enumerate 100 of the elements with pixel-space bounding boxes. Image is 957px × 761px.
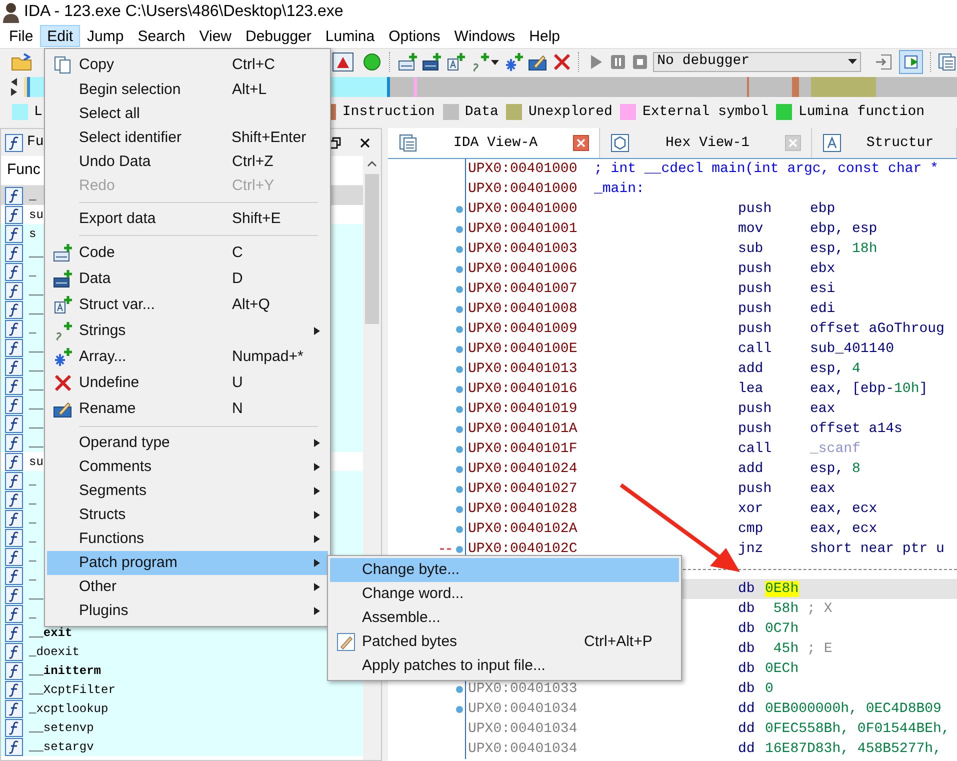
function-name[interactable]: __ — [29, 282, 44, 300]
scroll-up-icon[interactable] — [367, 160, 377, 168]
function-name[interactable]: __ — [29, 376, 44, 394]
address: UPX0:00401027 — [468, 480, 578, 496]
menu-item[interactable]: Code C — [47, 240, 328, 266]
function-name[interactable]: _ — [29, 320, 36, 338]
function-name[interactable]: __initterm — [29, 662, 102, 680]
navigation-arrows-icon[interactable] — [8, 76, 20, 98]
run-icon[interactable] — [899, 50, 924, 74]
menu-bar-item[interactable]: Debugger — [238, 25, 318, 47]
function-name[interactable]: __ — [29, 244, 44, 262]
menu-item[interactable]: Operand type — [47, 431, 328, 455]
undefine-icon[interactable] — [552, 52, 572, 72]
operand: ebp, esp — [810, 220, 878, 238]
operand: esp, 8 — [810, 460, 860, 478]
function-icon — [5, 186, 23, 204]
mnemonic: sub — [738, 240, 764, 256]
menu-bar-item[interactable]: Jump — [80, 25, 131, 47]
menu-bar-item[interactable]: Windows — [447, 25, 522, 47]
submenu-arrow-icon — [314, 486, 320, 496]
menu-item[interactable]: Rename N — [47, 396, 328, 422]
menu-bar-item[interactable]: Search — [130, 25, 192, 47]
menu-item[interactable]: Undefine U — [47, 370, 328, 396]
function-name[interactable]: _ — [29, 510, 36, 528]
column-header[interactable]: Func — [7, 159, 40, 182]
function-name[interactable]: _ — [29, 604, 36, 622]
menu-item[interactable]: Select all — [47, 102, 328, 126]
function-name[interactable]: __setenvp — [29, 718, 94, 736]
mnemonic: add — [738, 360, 764, 376]
tab[interactable]: IDA View-A — [388, 128, 600, 158]
menu-item[interactable]: Patched bytes Ctrl+Alt+P — [330, 630, 679, 654]
menu-item[interactable]: Array... Numpad+* — [47, 344, 328, 370]
function-name[interactable]: __ — [29, 396, 44, 414]
menu-item[interactable]: Copy Ctrl+C — [47, 52, 328, 78]
menu-item[interactable]: Change word... — [330, 582, 679, 606]
operand: sub_401140 — [810, 340, 894, 358]
data-icon[interactable] — [422, 52, 442, 72]
submenu-arrow-icon — [314, 606, 320, 616]
menu-item[interactable]: Struct var... Alt+Q — [47, 292, 328, 318]
function-icon — [5, 320, 23, 338]
open-folder-icon[interactable] — [10, 52, 34, 72]
function-name[interactable]: su — [29, 452, 44, 470]
menu-item[interactable]: Assemble... — [330, 606, 679, 630]
function-name[interactable]: __ — [29, 434, 44, 452]
menu-item[interactable]: Data D — [47, 266, 328, 292]
debugger-select[interactable]: No debugger — [653, 52, 862, 72]
close-icon[interactable] — [359, 136, 371, 148]
function-name[interactable]: su — [29, 206, 44, 224]
warning-icon[interactable] — [332, 50, 354, 72]
function-name[interactable]: __ — [29, 300, 44, 318]
array-icon[interactable] — [504, 52, 524, 72]
menu-bar-item[interactable]: Options — [382, 25, 448, 47]
menu-item[interactable]: Strings — [47, 318, 328, 344]
function-name[interactable]: __ — [29, 586, 44, 604]
function-name[interactable]: _ — [29, 566, 36, 584]
menu-bar-item[interactable]: Lumina — [318, 25, 382, 47]
legend-label: L — [34, 102, 42, 122]
scrollbar-thumb[interactable] — [365, 174, 379, 324]
menu-bar-item[interactable]: File — [2, 25, 40, 47]
operand: 0E8h — [765, 580, 799, 598]
menu-item[interactable]: Comments — [47, 455, 328, 479]
function-name[interactable]: _doexit — [29, 642, 80, 660]
menu-item[interactable]: Apply patches to input file... — [330, 654, 679, 678]
menu-item[interactable]: Undo Data Ctrl+Z — [47, 150, 328, 174]
code-icon[interactable] — [398, 52, 418, 72]
submenu-arrow-icon — [314, 582, 320, 592]
list-icon[interactable] — [936, 52, 957, 72]
function-name[interactable]: __ — [29, 338, 44, 356]
struct-icon[interactable] — [446, 52, 466, 72]
function-name[interactable]: _ — [29, 490, 36, 508]
menu-item[interactable]: Begin selection Alt+L — [47, 78, 328, 102]
menu-item[interactable]: Patch program — [47, 551, 328, 575]
function-name[interactable]: __setargv — [29, 738, 94, 756]
function-name[interactable]: _ — [29, 528, 36, 546]
function-name[interactable]: _ — [29, 186, 36, 204]
ball-icon[interactable] — [362, 52, 382, 72]
menu-item[interactable]: Select identifier Shift+Enter — [47, 126, 328, 150]
menu-item[interactable]: Segments — [47, 479, 328, 503]
menu-item[interactable]: Export data Shift+E — [47, 207, 328, 231]
menu-item[interactable]: Structs — [47, 503, 328, 527]
mnemonic: push — [738, 480, 772, 496]
menu-item[interactable]: Change byte... — [330, 558, 679, 582]
menu-bar-item[interactable]: Help — [522, 25, 568, 47]
function-icon — [5, 624, 23, 642]
function-name[interactable]: _ — [29, 262, 36, 280]
menu-item[interactable]: Functions — [47, 527, 328, 551]
function-name[interactable]: __ — [29, 414, 44, 432]
function-name[interactable]: _ — [29, 472, 36, 490]
function-icon — [5, 134, 23, 152]
operand: eax — [810, 400, 836, 418]
function-name[interactable]: _ — [29, 548, 36, 566]
menu-bar-item[interactable]: View — [192, 25, 238, 47]
address: UPX0:0040102C — [468, 540, 578, 556]
menu-item[interactable]: Plugins — [47, 599, 328, 623]
function-name[interactable]: __ — [29, 358, 44, 376]
menu-item[interactable]: Other — [47, 575, 328, 599]
function-name[interactable]: s — [29, 224, 36, 242]
restore-icon[interactable] — [329, 136, 341, 148]
menu-bar-item[interactable]: Edit — [40, 25, 80, 47]
function-name[interactable]: __exit — [29, 624, 72, 642]
